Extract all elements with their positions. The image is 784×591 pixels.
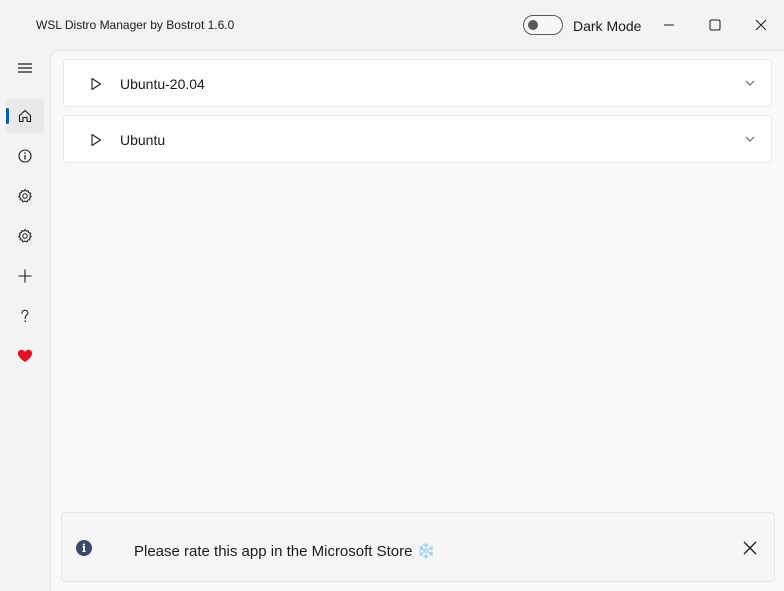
- maximize-icon: [709, 19, 721, 31]
- sidebar-item-settings-2[interactable]: [6, 219, 44, 253]
- sidebar-item-add[interactable]: [6, 259, 44, 293]
- info-icon: [18, 149, 32, 163]
- maximize-button[interactable]: [692, 8, 738, 42]
- heart-icon: [18, 349, 32, 362]
- plus-icon: [18, 269, 32, 283]
- close-window-button[interactable]: [738, 8, 784, 42]
- play-icon[interactable]: [90, 77, 102, 91]
- minimize-icon: [664, 24, 674, 26]
- sidebar: [0, 50, 50, 591]
- distro-name: Ubuntu: [120, 132, 166, 148]
- distro-name: Ubuntu-20.04: [120, 76, 205, 92]
- question-icon: [21, 309, 29, 322]
- info-close-button[interactable]: [734, 532, 766, 564]
- sidebar-item-settings[interactable]: [6, 179, 44, 213]
- gear-icon: [18, 189, 32, 203]
- title-bar: WSL Distro Manager by Bostrot 1.6.0 Dark…: [0, 0, 784, 50]
- app-title: WSL Distro Manager by Bostrot 1.6.0: [36, 18, 235, 32]
- hamburger-icon: [18, 63, 32, 73]
- minimize-button[interactable]: [646, 8, 692, 42]
- play-icon[interactable]: [90, 133, 102, 147]
- selection-indicator: [6, 108, 9, 124]
- main-content: Ubuntu-20.04 Ubuntu i Please rate this a…: [50, 50, 784, 591]
- sidebar-item-home[interactable]: [6, 99, 44, 133]
- dark-mode-toggle[interactable]: [523, 15, 563, 35]
- distro-expander-ubuntu-20-04[interactable]: Ubuntu-20.04: [63, 59, 772, 107]
- chevron-down-icon[interactable]: [745, 135, 755, 143]
- gear-icon: [18, 229, 32, 243]
- distro-expander-ubuntu[interactable]: Ubuntu: [63, 115, 772, 163]
- info-bar: i Please rate this app in the Microsoft …: [61, 512, 775, 582]
- chevron-down-icon[interactable]: [745, 79, 755, 87]
- info-icon: i: [76, 540, 92, 556]
- dark-mode-label: Dark Mode: [573, 18, 642, 34]
- close-icon: [755, 19, 767, 31]
- home-icon: [18, 109, 32, 123]
- sidebar-item-menu[interactable]: [6, 51, 44, 85]
- sidebar-item-donate[interactable]: [6, 339, 44, 373]
- sidebar-item-info[interactable]: [6, 139, 44, 173]
- sidebar-item-help[interactable]: [6, 299, 44, 333]
- close-icon: [743, 541, 757, 555]
- info-message: Please rate this app in the Microsoft St…: [134, 543, 436, 560]
- toggle-knob: [528, 20, 538, 30]
